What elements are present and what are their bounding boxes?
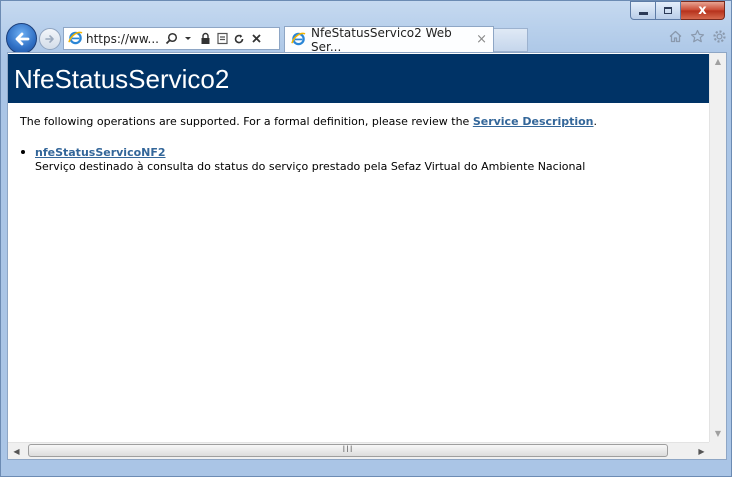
web-page: NfeStatusServico2 The following operatio… [8,53,710,442]
forward-button[interactable] [39,28,61,50]
ie-logo-icon [68,30,83,48]
address-tools [165,31,263,46]
operations-list: nfeStatusServicoNF2 Serviço destinado à … [21,146,586,173]
favorites-star-icon[interactable] [690,28,705,44]
intro-paragraph: The following operations are supported. … [20,115,597,128]
maximize-button[interactable] [656,1,681,20]
page-viewport: NfeStatusServico2 The following operatio… [7,52,727,460]
toolbar-right [668,28,727,44]
scroll-left-icon[interactable]: ◀ [8,443,25,459]
compatibility-icon[interactable] [216,31,229,46]
home-icon[interactable] [668,28,683,44]
tab-close-icon[interactable]: × [476,32,487,47]
horizontal-scrollbar[interactable]: ◀ III ▶ [8,442,710,459]
maximize-icon [664,7,672,14]
refresh-icon[interactable] [233,31,246,46]
stop-icon[interactable] [250,31,263,46]
lock-icon[interactable] [199,31,212,46]
search-icon[interactable] [165,31,178,46]
page-banner: NfeStatusServico2 [8,54,710,103]
minimize-button[interactable] [630,1,656,20]
list-item: nfeStatusServicoNF2 Serviço destinado à … [21,146,586,173]
scrollbar-corner [709,442,726,459]
intro-end: . [593,115,598,128]
scroll-up-icon[interactable]: ▲ [710,53,726,70]
back-button[interactable] [6,23,37,54]
tab-service[interactable]: NfeStatusServico2 Web Ser... × [284,25,494,54]
close-icon: x [698,3,707,18]
new-tab-button[interactable] [494,28,528,52]
minimize-icon [638,12,648,15]
close-window-button[interactable]: x [681,1,725,20]
forward-arrow-icon [45,35,54,43]
browser-window: x https://ww... NfeStatusServico2 Web Se… [0,0,732,477]
scroll-down-icon[interactable]: ▼ [710,425,726,442]
back-arrow-icon [15,32,29,45]
scroll-right-icon[interactable]: ▶ [693,443,710,459]
scroll-grip: III [342,445,354,455]
operation-description: Serviço destinado à consulta do status d… [35,160,586,173]
list-bullet [21,150,25,154]
address-bar[interactable]: https://ww... [63,27,280,50]
service-description-link[interactable]: Service Description [473,115,594,128]
horizontal-scroll-thumb[interactable]: III [28,444,668,457]
tab-title: NfeStatusServico2 Web Ser... [311,25,452,54]
address-url[interactable]: https://ww... [86,32,159,46]
page-title: NfeStatusServico2 [14,64,230,94]
dropdown-icon[interactable] [182,31,195,46]
gear-icon[interactable] [712,28,727,44]
intro-text: The following operations are supported. … [20,115,473,128]
vertical-scrollbar[interactable]: ▲ ▼ [709,53,726,442]
operation-link[interactable]: nfeStatusServicoNF2 [35,146,166,159]
caption-buttons: x [630,1,725,20]
ie-logo-icon [291,31,306,49]
